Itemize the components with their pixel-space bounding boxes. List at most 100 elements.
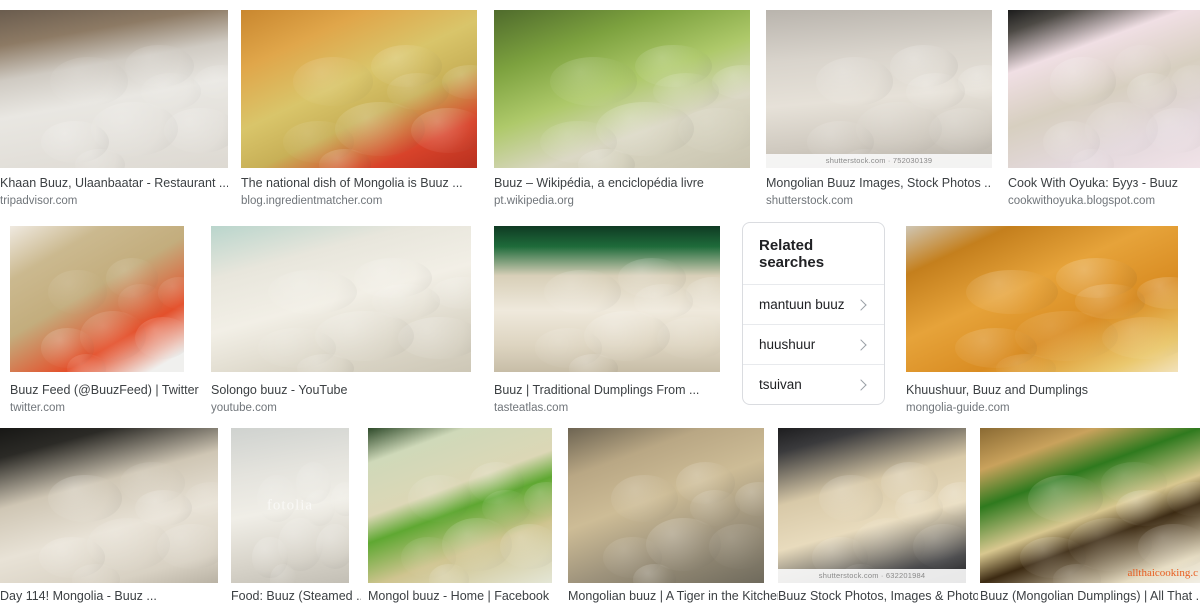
result-title[interactable]: Buuz – Wikipédia, a enciclopédia livre	[494, 176, 750, 191]
result-domain: twitter.com	[10, 402, 65, 414]
image-result-tile[interactable]: Cook With Oyuka: Бууз - Buuz cookwithoyuk…	[1008, 10, 1200, 210]
image-result-tile[interactable]: shutterstock.com · 752030139 Mongolian Bu…	[766, 10, 992, 210]
result-caption: Mongol buuz - Home | Facebook	[368, 589, 558, 603]
result-thumbnail[interactable]	[0, 428, 218, 583]
thumbnail-texture-blob	[292, 57, 374, 106]
result-thumbnail[interactable]	[0, 10, 228, 168]
result-thumbnail[interactable]	[241, 10, 477, 168]
thumbnail-texture-blob	[372, 284, 440, 319]
result-title[interactable]: The national dish of Mongolia is Buuz ..…	[241, 176, 481, 191]
result-thumbnail[interactable]: shutterstock.com · 632201984	[778, 428, 966, 583]
result-title[interactable]: Mongolian buuz | A Tiger in the Kitchen	[568, 589, 778, 603]
thumbnail-texture-blob	[1050, 57, 1116, 106]
image-result-tile[interactable]: Mongol buuz - Home | Facebook	[368, 428, 558, 603]
allthaicooking-watermark: allthaicooking.c	[1127, 567, 1198, 579]
thumbnail-texture-blob	[156, 524, 218, 569]
result-title[interactable]: Mongol buuz - Home | Facebook	[368, 589, 558, 603]
result-thumbnail[interactable]: fotolia	[231, 428, 349, 583]
result-domain: pt.wikipedia.org	[494, 195, 574, 207]
result-thumbnail[interactable]	[10, 226, 184, 372]
result-thumbnail[interactable]	[1008, 10, 1200, 168]
image-result-tile[interactable]: Buuz | Traditional Dumplings From ... tas…	[494, 226, 734, 417]
thumbnail-texture-blob	[50, 57, 128, 106]
thumbnail-texture-blob	[709, 524, 764, 569]
thumbnail-texture-blob	[550, 57, 638, 106]
related-search-item[interactable]: huushuur	[743, 325, 884, 365]
thumbnail-texture-blob	[634, 284, 693, 319]
result-caption: Buuz Feed (@BuuzFeed) | Twitter twitter.c…	[10, 383, 200, 415]
thumbnail-texture-blob	[117, 284, 164, 319]
result-caption: Mongolian buuz | A Tiger in the Kitchen	[568, 589, 778, 603]
related-search-item[interactable]: mantuun buuz	[743, 285, 884, 325]
result-caption: Buuz Stock Photos, Images & Photo...	[778, 589, 978, 603]
chevron-right-icon	[856, 300, 866, 310]
thumbnail-texture-blob	[135, 316, 184, 359]
result-thumbnail[interactable]	[494, 10, 750, 168]
result-caption: Solongo buuz - YouTube youtube.com	[211, 383, 471, 415]
result-caption: Khaan Buuz, Ulaanbaatar - Restaurant ...…	[0, 176, 228, 208]
result-title[interactable]: Food: Buuz (Steamed ...	[231, 589, 361, 603]
result-thumbnail[interactable]	[211, 226, 471, 372]
thumbnail-texture-blob	[1127, 73, 1177, 111]
related-search-label: huushuur	[759, 337, 816, 352]
result-caption: Day 114! Mongolia - Buuz ...	[0, 589, 218, 603]
result-title[interactable]: Buuz Feed (@BuuzFeed) | Twitter	[10, 383, 200, 398]
thumbnail-texture-blob	[1101, 316, 1178, 359]
result-thumbnail[interactable]: shutterstock.com · 752030139	[766, 10, 992, 168]
result-title[interactable]: Cook With Oyuka: Бууз - Buuz	[1008, 176, 1200, 191]
result-domain: shutterstock.com	[766, 195, 853, 207]
image-result-tile[interactable]: The national dish of Mongolia is Buuz ..…	[241, 10, 481, 210]
result-title[interactable]: Solongo buuz - YouTube	[211, 383, 471, 398]
image-result-tile[interactable]: Solongo buuz - YouTube youtube.com	[211, 226, 471, 417]
result-domain: tripadvisor.com	[0, 195, 78, 207]
thumbnail-texture-blob	[387, 73, 449, 111]
result-caption: The national dish of Mongolia is Buuz ..…	[241, 176, 481, 208]
thumbnail-texture-blob	[1028, 474, 1104, 522]
image-result-tile[interactable]: allthaicooking.c Buuz (Mongolian Dumpling…	[980, 428, 1200, 603]
result-thumbnail[interactable]	[568, 428, 764, 583]
result-caption: Khuushuur, Buuz and Dumplings mongolia-gu…	[906, 383, 1178, 415]
image-result-tile[interactable]: Buuz Feed (@BuuzFeed) | Twitter twitter.c…	[10, 226, 200, 417]
result-title[interactable]: Buuz (Mongolian Dumplings) | All That ..…	[980, 589, 1200, 603]
thumbnail-texture-blob	[398, 316, 471, 359]
result-title[interactable]: Khaan Buuz, Ulaanbaatar - Restaurant ...	[0, 176, 228, 191]
result-title[interactable]: Buuz | Traditional Dumplings From ...	[494, 383, 734, 398]
related-search-label: tsuivan	[759, 377, 802, 392]
thumbnail-texture-blob	[906, 73, 965, 111]
image-result-tile[interactable]: fotolia Food: Buuz (Steamed ...	[231, 428, 361, 603]
image-result-tile[interactable]: Day 114! Mongolia - Buuz ...	[0, 428, 218, 603]
thumbnail-texture-blob	[913, 524, 966, 569]
image-result-tile[interactable]: Khuushuur, Buuz and Dumplings mongolia-gu…	[906, 226, 1178, 417]
thumbnail-texture-blob	[656, 316, 720, 359]
image-result-tile[interactable]: shutterstock.com · 632201984 Buuz Stock P…	[778, 428, 978, 603]
thumbnail-texture-blob	[543, 269, 621, 315]
result-thumbnail[interactable]	[494, 226, 720, 372]
thumbnail-texture-blob	[482, 490, 530, 527]
thumbnail-texture-blob	[500, 524, 552, 569]
result-title[interactable]: Buuz Stock Photos, Images & Photo...	[778, 589, 978, 603]
related-search-label: mantuun buuz	[759, 297, 845, 312]
thumbnail-texture-blob	[652, 73, 720, 111]
image-search-results-grid: Khaan Buuz, Ulaanbaatar - Restaurant ...…	[0, 0, 1200, 603]
thumbnail-texture-blob	[47, 474, 123, 522]
chevron-right-icon	[856, 380, 866, 390]
image-result-tile[interactable]: Khaan Buuz, Ulaanbaatar - Restaurant ...…	[0, 10, 228, 210]
result-thumbnail[interactable]: allthaicooking.c	[980, 428, 1200, 583]
thumbnail-texture-blob	[268, 269, 357, 315]
image-result-tile[interactable]: Mongolian buuz | A Tiger in the Kitchen	[568, 428, 778, 603]
result-title[interactable]: Mongolian Buuz Images, Stock Photos ...	[766, 176, 992, 191]
result-caption: Food: Buuz (Steamed ...	[231, 589, 361, 603]
result-thumbnail[interactable]	[368, 428, 552, 583]
thumbnail-texture-blob	[1138, 524, 1200, 569]
thumbnail-texture-blob	[1074, 284, 1146, 319]
result-caption: Buuz – Wikipédia, a enciclopédia livre pt…	[494, 176, 750, 208]
result-title[interactable]: Day 114! Mongolia - Buuz ...	[0, 589, 218, 603]
result-thumbnail[interactable]	[906, 226, 1178, 372]
image-result-tile[interactable]: Buuz – Wikipédia, a enciclopédia livre pt…	[494, 10, 750, 210]
shutterstock-watermark: shutterstock.com · 752030139	[766, 154, 992, 168]
related-search-item[interactable]: tsuivan	[743, 365, 884, 404]
related-searches-card: Related searches mantuun buuz huushuur tsui…	[742, 222, 885, 405]
thumbnail-texture-blob	[1116, 490, 1174, 527]
result-title[interactable]: Khuushuur, Buuz and Dumplings	[906, 383, 1178, 398]
shutterstock-watermark: shutterstock.com · 632201984	[778, 569, 966, 583]
